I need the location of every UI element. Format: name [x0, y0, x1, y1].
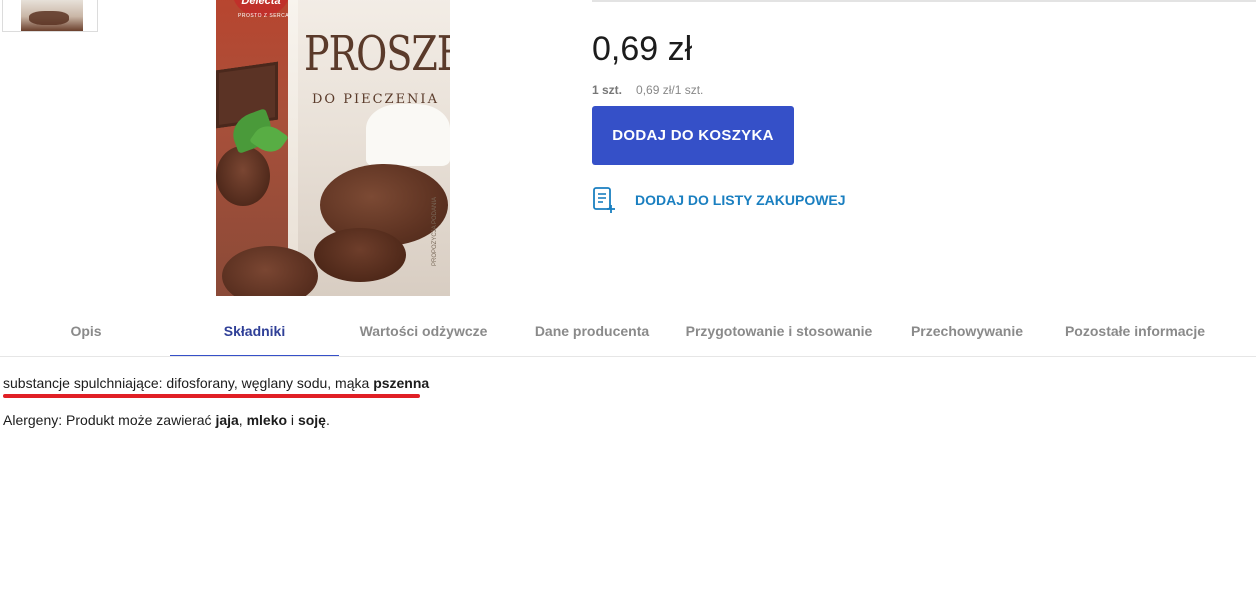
thumbnail-image — [21, 0, 83, 31]
tab-dane-producenta[interactable]: Dane producenta — [508, 314, 676, 356]
unit-quantity: 1 szt. — [592, 83, 623, 97]
allergens-text: Alergeny: Produkt może zawierać jaja, ml… — [3, 412, 330, 428]
allergens-prefix: Alergeny: Produkt może zawierać — [3, 412, 216, 428]
tab-pozostale-informacje[interactable]: Pozostałe informacje — [1052, 314, 1218, 356]
unit-info: 1 szt. 0,69 zł/1 szt. — [592, 83, 703, 97]
add-to-list-label: DODAJ DO LISTY ZAKUPOWEJ — [635, 192, 846, 208]
separator: i — [287, 412, 298, 428]
product-thumbnail[interactable] — [2, 0, 98, 32]
separator: , — [238, 412, 247, 428]
allergen-milk: mleko — [246, 412, 288, 428]
ingredients-text: substancje spulchniające: difosforany, w… — [3, 375, 429, 391]
add-to-cart-button[interactable]: DODAJ DO KOSZYKA — [592, 106, 794, 165]
product-price: 0,69 zł — [592, 30, 693, 68]
tab-przechowywanie[interactable]: Przechowywanie — [882, 314, 1052, 356]
tab-opis[interactable]: Opis — [2, 314, 170, 356]
package-subtitle: DO PIECZENIA — [312, 92, 439, 107]
package-title: PROSZEK — [304, 26, 450, 81]
period: . — [325, 412, 330, 428]
tabs-divider — [0, 356, 1256, 357]
product-image: Delecta PROSTO Z SERCA PROSZEK DO PIECZE… — [216, 0, 450, 296]
image-cookie — [216, 146, 270, 206]
tab-skladniki[interactable]: Składniki — [170, 314, 339, 357]
allergen-soy: soję — [297, 412, 326, 428]
package-side-text: PROPOZYCJA PODANIA — [432, 196, 438, 266]
add-to-shopping-list-link[interactable]: DODAJ DO LISTY ZAKUPOWEJ — [592, 186, 846, 214]
product-tabs: Opis Składniki Wartości odżywcze Dane pr… — [0, 314, 1256, 357]
image-cookie — [314, 228, 406, 282]
image-milk-glass — [366, 104, 450, 166]
highlight-underline — [3, 394, 420, 398]
brand-tagline: PROSTO Z SERCA — [238, 13, 290, 19]
ingredients-prefix: substancje spulchniające: difosforany, w… — [3, 375, 374, 391]
ingredient-allergen: pszenna — [373, 375, 430, 391]
shopping-list-add-icon — [593, 187, 615, 213]
divider — [592, 0, 1256, 2]
unit-price: 0,69 zł/1 szt. — [636, 83, 704, 97]
tab-przygotowanie[interactable]: Przygotowanie i stosowanie — [676, 314, 882, 356]
allergen-eggs: jaja — [215, 412, 239, 428]
tab-wartosci-odzywcze[interactable]: Wartości odżywcze — [339, 314, 508, 356]
